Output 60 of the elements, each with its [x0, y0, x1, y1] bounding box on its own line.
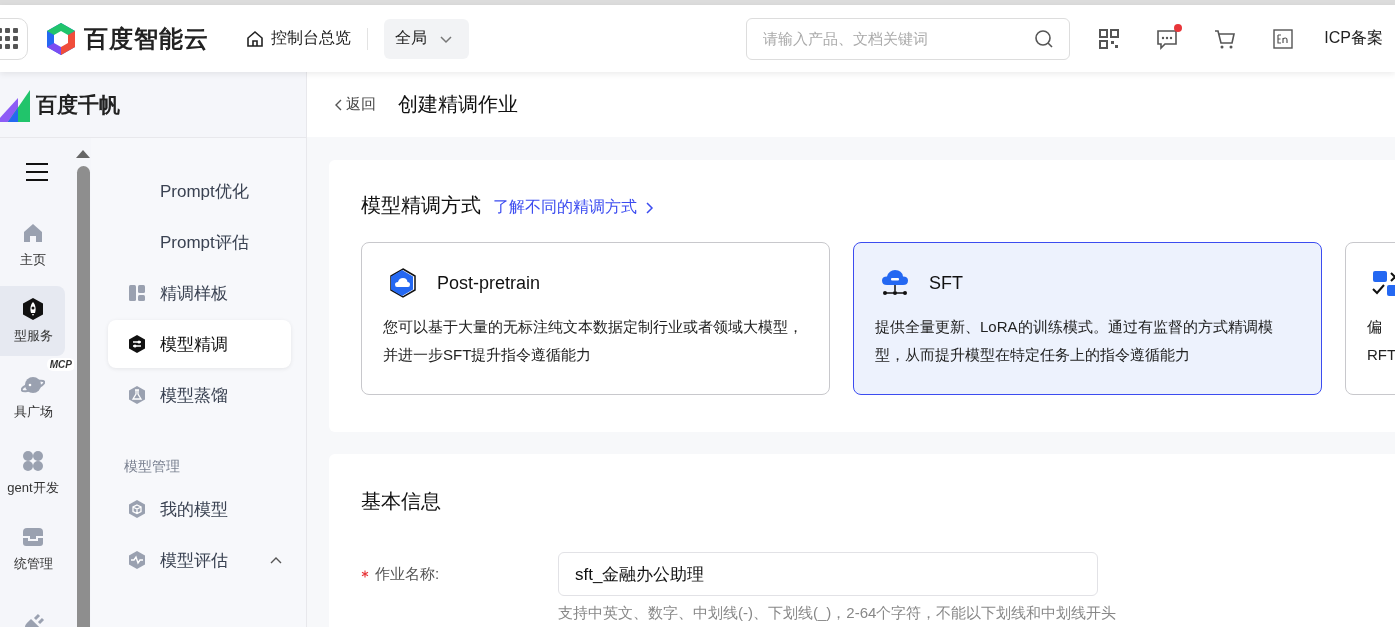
menu-item[interactable]: 模型评估 [108, 536, 291, 584]
field-label: 作业名称: [375, 564, 440, 584]
name-input[interactable]: sft_金融办公助理 [558, 552, 1098, 596]
rail-item[interactable]: 型服务 [0, 286, 65, 356]
menu-icon [25, 162, 49, 182]
menu-item[interactable]: 我的模型 [108, 485, 291, 533]
inbox-icon [21, 525, 45, 549]
mcp-badge: MCP [46, 358, 74, 371]
card-description: RFT [1367, 345, 1395, 365]
cube-icon [128, 500, 146, 518]
rocket-icon [21, 297, 45, 321]
cart-icon [1214, 27, 1237, 50]
method-card[interactable]: SFT 提供全量更新、LoRA的训练模式。通过有监督的方式精调模型，从而提升模型在特定任务上的指令遵循能力 [853, 242, 1322, 395]
console-link[interactable]: 控制台总览 [245, 28, 351, 49]
rail-item[interactable]: 主页 [0, 210, 65, 280]
menu-item[interactable]: 模型精调 [108, 320, 291, 368]
card-title: Post-pretrain [437, 272, 541, 294]
rail-item[interactable]: gent开发 [0, 438, 65, 508]
back-link[interactable]: 返回 [333, 95, 376, 114]
menu-item[interactable]: 精调样板 [108, 269, 291, 317]
brand-name: 百度智能云 [84, 23, 209, 54]
icp-link[interactable]: ICP备案 [1324, 28, 1383, 49]
sliders-icon [128, 335, 146, 353]
menu-item[interactable]: Prompt评估 [108, 218, 291, 266]
chevron-left-icon [333, 97, 343, 112]
scrollbar-thumb[interactable] [76, 166, 90, 627]
menu-group-label: 模型管理 [123, 457, 181, 476]
scroll-up-icon [76, 150, 90, 158]
flask-icon [128, 386, 146, 404]
language-icon [1272, 27, 1295, 50]
card-description: 提供全量更新、LoRA的训练模式。通过有监督的方式精调模型，从而提升模型在特定任务上的指令遵循能力 [875, 317, 1274, 365]
menu-item[interactable]: Prompt优化 [108, 167, 291, 215]
tiles-icon [128, 284, 146, 302]
card-description: 您可以基于大量的无标注纯文本数据定制行业或者领域大模型，并进一步SFT提升指令遵循能力 [383, 317, 804, 365]
field-hint: 支持中英文、数字、中划线(-)、下划线(_)，2-64个字符，不能以下划线和中划线开头 [558, 604, 1117, 623]
clover-icon [21, 449, 45, 473]
product-name: 百度千帆 [36, 91, 120, 118]
scope-dropdown[interactable]: 全局 [384, 18, 469, 59]
brand-logo-icon [44, 21, 78, 56]
search-icon [1034, 28, 1055, 49]
method-card[interactable]: 偏 RFT [1345, 242, 1395, 395]
search-field[interactable]: 请输入产品、文档关键词 [746, 17, 1071, 60]
page-title: 创建精调作业 [398, 92, 518, 117]
house-icon [21, 221, 45, 245]
learn-more-link[interactable]: 了解不同的精调方式 [493, 197, 655, 218]
qr-code-icon [1098, 27, 1121, 50]
menu-button[interactable] [23, 160, 51, 184]
card-description: 偏 [1367, 317, 1383, 337]
method-card[interactable]: Post-pretrain 您可以基于大量的无标注纯文本数据定制行业或者领域大模型，并进一步SFT提升指令遵循能力 [361, 242, 830, 395]
house-icon [245, 28, 265, 49]
apps-icon [0, 27, 19, 50]
cloud-icon [387, 267, 419, 299]
pulse-icon [128, 551, 146, 569]
message-icon [1156, 27, 1179, 50]
section-title: 模型精调方式 [361, 193, 481, 218]
chevron-right-icon [645, 200, 655, 215]
rail-item[interactable]: 统管理 [0, 514, 65, 584]
menu-item[interactable]: 模型蒸馏 [108, 371, 291, 419]
card-title: SFT [929, 272, 963, 294]
section-title: 基本信息 [361, 489, 442, 514]
